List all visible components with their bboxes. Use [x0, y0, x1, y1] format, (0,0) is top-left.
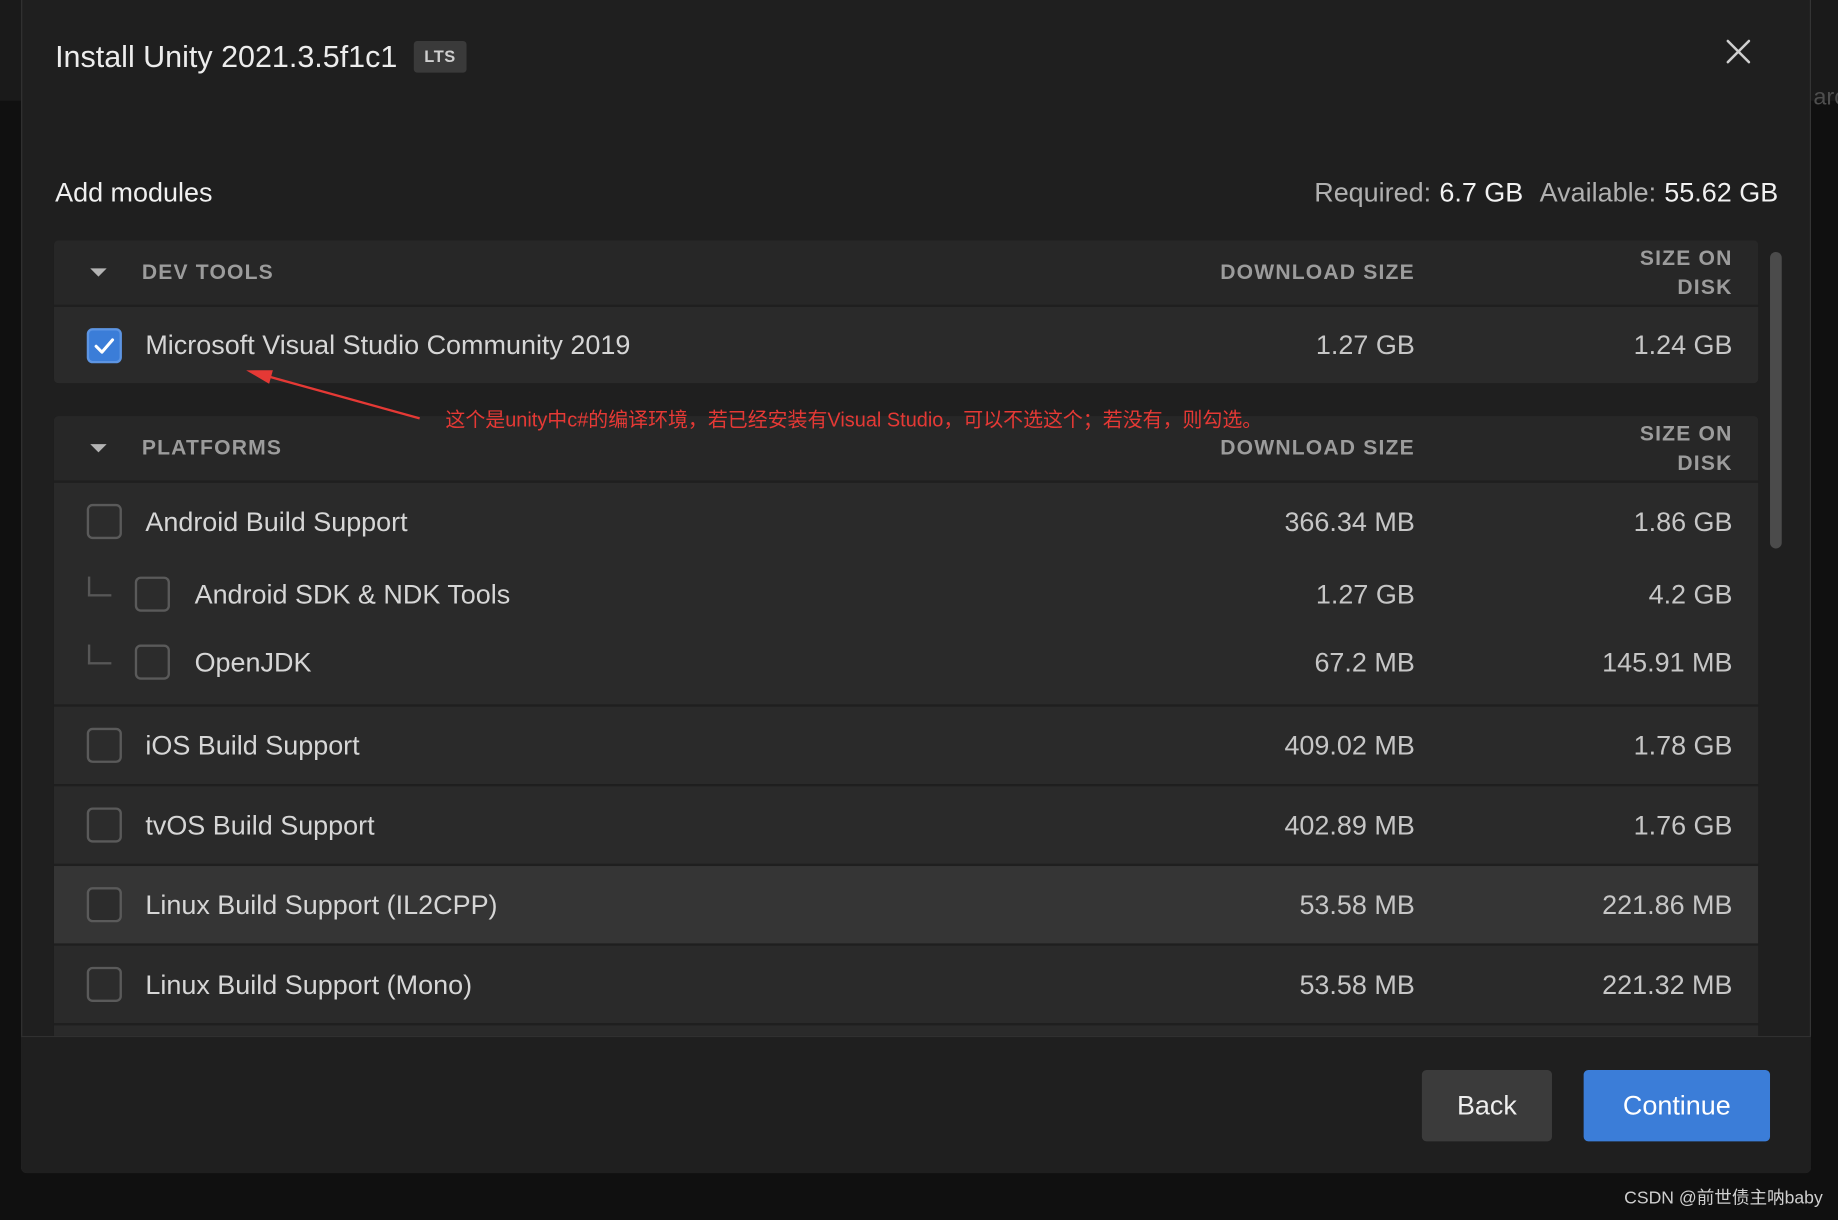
tree-branch-icon [87, 644, 112, 665]
column-header-size-on-disk: SIZE ON DISK [1639, 421, 1733, 475]
caret-down-icon[interactable] [90, 444, 107, 453]
module-name: tvOS Build Support [145, 809, 375, 841]
close-button[interactable] [1725, 39, 1751, 65]
available-label: Available: [1539, 176, 1657, 208]
module-row-linux-mono[interactable]: Linux Build Support (Mono) 53.58 MB 221.… [53, 945, 1759, 1024]
caret-down-icon[interactable] [90, 268, 107, 277]
module-checkbox[interactable] [134, 644, 170, 680]
module-row-ios[interactable]: iOS Build Support 409.02 MB 1.78 GB [53, 706, 1759, 785]
required-value: 6.7 GB [1439, 176, 1524, 208]
screen: arc Install Unity 2021.3.5f1c1 LTS Add m… [0, 0, 1838, 1220]
module-group-android: Android Build Support 366.34 MB 1.86 GB … [53, 482, 1759, 705]
scrollbar-thumb[interactable] [1770, 251, 1782, 549]
module-name: Microsoft Visual Studio Community 2019 [145, 329, 631, 360]
column-header-download-size: DOWNLOAD SIZE [1220, 260, 1415, 284]
dialog-header: Install Unity 2021.3.5f1c1 LTS [55, 33, 467, 80]
background-partial-text: arc [1813, 82, 1838, 112]
close-icon [1726, 39, 1751, 64]
annotation-note: 这个是unity中c#的编译环境，若已经安装有Visual Studio，可以不… [445, 408, 1263, 432]
module-row-openjdk[interactable]: OpenJDK 67.2 MB 145.91 MB [54, 628, 1758, 696]
section-dev-tools: DEV TOOLS DOWNLOAD SIZE SIZE ON DISK Mic… [53, 240, 1759, 384]
module-checkbox[interactable] [86, 966, 122, 1002]
module-name: iOS Build Support [145, 730, 360, 761]
dialog-footer: Back Continue [21, 1035, 1812, 1174]
download-size: 366.34 MB [1284, 506, 1415, 537]
add-modules-title: Add modules [55, 176, 213, 208]
module-checkbox[interactable] [86, 727, 122, 763]
module-name: OpenJDK [194, 646, 312, 678]
list-item-partial [53, 1025, 1759, 1036]
module-checkbox[interactable] [86, 807, 122, 843]
install-dialog: Install Unity 2021.3.5f1c1 LTS Add modul… [21, 0, 1812, 1174]
download-size: 1.27 GB [1315, 329, 1415, 360]
download-size: 53.58 MB [1299, 889, 1415, 920]
disk-space-summary: Required: 6.7 GB Available: 55.62 GB [1314, 176, 1778, 209]
module-row-android[interactable]: Android Build Support 366.34 MB 1.86 GB [54, 483, 1758, 560]
section-title: DEV TOOLS [141, 260, 274, 284]
disk-size: 145.91 MB [1602, 646, 1733, 678]
download-size: 409.02 MB [1284, 730, 1415, 761]
watermark: CSDN @前世债主呐baby [1624, 1188, 1823, 1209]
module-row-tvos[interactable]: tvOS Build Support 402.89 MB 1.76 GB [53, 786, 1759, 864]
disk-size: 1.24 GB [1633, 329, 1733, 360]
module-name: Linux Build Support (Mono) [145, 969, 473, 1000]
section-header-dev-tools[interactable]: DEV TOOLS DOWNLOAD SIZE SIZE ON DISK [53, 240, 1759, 305]
checkmark-icon [94, 337, 115, 354]
background-partial-label: arc [1813, 84, 1838, 111]
disk-size: 221.86 MB [1602, 889, 1733, 920]
module-list[interactable]: DEV TOOLS DOWNLOAD SIZE SIZE ON DISK Mic… [53, 240, 1759, 1036]
back-button[interactable]: Back [1421, 1069, 1552, 1142]
disk-size: 221.32 MB [1602, 969, 1733, 1000]
section-platforms: PLATFORMS DOWNLOAD SIZE SIZE ON DISK And… [53, 416, 1759, 1036]
dialog-title: Install Unity 2021.3.5f1c1 [55, 38, 398, 74]
module-name: Android Build Support [145, 506, 408, 537]
available-value: 55.62 GB [1664, 176, 1779, 208]
module-checkbox[interactable] [86, 887, 122, 923]
module-row-android-sdk-ndk[interactable]: Android SDK & NDK Tools 1.27 GB 4.2 GB [54, 560, 1758, 628]
disk-size: 4.2 GB [1648, 578, 1733, 610]
module-name: Linux Build Support (IL2CPP) [145, 889, 498, 920]
continue-button[interactable]: Continue [1583, 1069, 1771, 1142]
module-row-linux-il2cpp[interactable]: Linux Build Support (IL2CPP) 53.58 MB 22… [53, 866, 1759, 944]
module-checkbox[interactable] [86, 503, 122, 540]
module-checkbox[interactable] [134, 576, 170, 612]
section-title: PLATFORMS [141, 435, 283, 460]
lts-badge: LTS [413, 40, 467, 73]
download-size: 1.27 GB [1315, 578, 1415, 610]
tree-branch-icon [87, 576, 112, 597]
disk-size: 1.86 GB [1633, 506, 1733, 537]
module-row-visual-studio[interactable]: Microsoft Visual Studio Community 2019 1… [53, 307, 1759, 384]
disk-size: 1.76 GB [1633, 809, 1733, 841]
download-size: 402.89 MB [1284, 809, 1415, 841]
disk-size: 1.78 GB [1633, 730, 1733, 761]
required-label: Required: [1314, 176, 1432, 208]
module-name: Android SDK & NDK Tools [194, 578, 511, 610]
module-checkbox[interactable] [86, 327, 122, 363]
download-size: 53.58 MB [1299, 969, 1415, 1000]
download-size: 67.2 MB [1314, 646, 1415, 678]
column-header-size-on-disk: SIZE ON DISK [1639, 246, 1733, 299]
